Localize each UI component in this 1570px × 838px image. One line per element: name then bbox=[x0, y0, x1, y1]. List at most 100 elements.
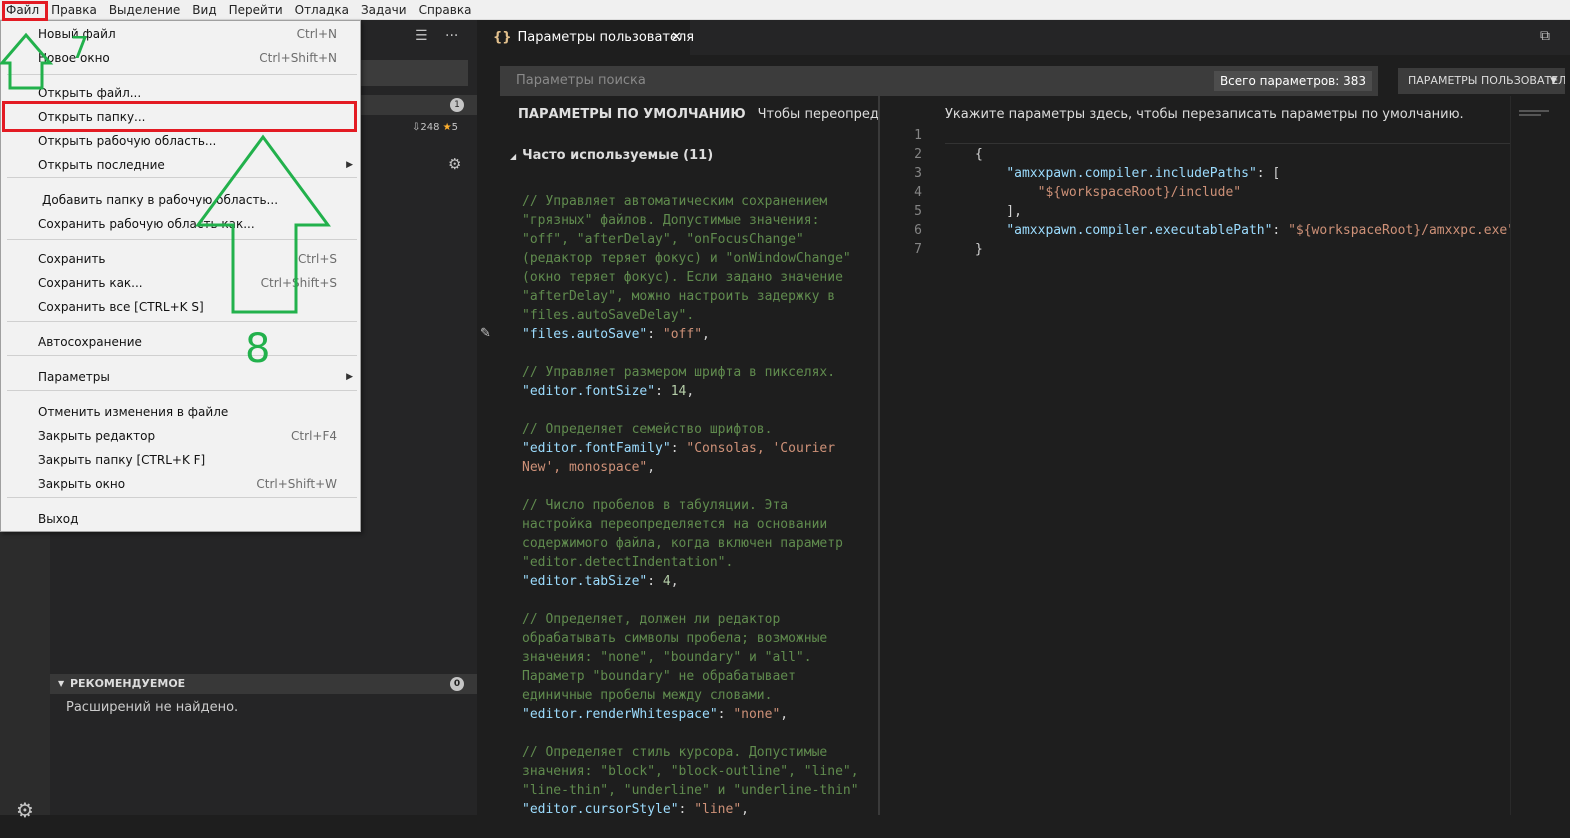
line-text: "${workspaceRoot}/include" bbox=[975, 183, 1242, 202]
user-settings-code[interactable]: 1 2{3 "amxxpawn.compiler.includePaths": [… bbox=[880, 126, 1515, 259]
line-number: 6 bbox=[914, 223, 922, 238]
group-commonly-used[interactable]: ◢ Часто используемые (11) bbox=[510, 148, 713, 163]
code-comment-line: "грязных" файлов. Допустимые значения: bbox=[522, 211, 867, 230]
file-menu-item-15[interactable]: Закрыть папку [CTRL+K F] bbox=[2, 448, 359, 472]
editor-line: 6 "amxxpawn.compiler.executablePath": "$… bbox=[880, 221, 1515, 240]
setting-key: "editor.tabSize" bbox=[522, 574, 648, 589]
step-8-label: 8 bbox=[245, 326, 271, 372]
setting-line: "files.autoSave": "off", bbox=[522, 327, 710, 342]
menu-separator bbox=[7, 355, 357, 356]
setting-line: "editor.tabSize": 4, bbox=[522, 574, 679, 589]
setting-value: "Consolas, 'Courier bbox=[686, 441, 836, 456]
recommended-section-header[interactable]: ▼ РЕКОМЕНДУЕМОЕ 0 bbox=[50, 674, 477, 694]
edit-pencil-icon[interactable]: ✎ bbox=[480, 326, 491, 341]
code-comment: // Число пробелов в табуляции. Эта bbox=[522, 498, 789, 513]
punctuation: : [ bbox=[1256, 166, 1281, 181]
editor-tabs: {} Параметры пользователя ✕ bbox=[477, 20, 1570, 55]
chevron-down-icon: ▼ bbox=[58, 679, 65, 688]
open-settings-json-icon[interactable]: ⧉ bbox=[1540, 28, 1550, 44]
clear-extensions-icon[interactable]: ☰ bbox=[415, 28, 428, 44]
tab-user-settings[interactable]: {} Параметры пользователя ✕ bbox=[477, 20, 694, 55]
minimap[interactable] bbox=[1510, 96, 1565, 815]
settings-search-placeholder: Параметры поиска bbox=[516, 73, 646, 88]
menu-item-shortcut: Ctrl+Shift+W bbox=[256, 477, 337, 491]
setting-value: "off" bbox=[662, 327, 703, 342]
setting-value: New', monospace" bbox=[522, 460, 648, 475]
setting-key: "editor.renderWhitespace" bbox=[522, 707, 718, 722]
code-comment-line: "editor.detectIndentation". bbox=[522, 553, 867, 572]
settings-search-input[interactable]: Параметры поиска Всего параметров: 383 bbox=[500, 66, 1378, 96]
code-comment: "грязных" файлов. Допустимые значения: bbox=[522, 213, 820, 228]
step-7-label: 7 bbox=[70, 31, 90, 66]
line-text: } bbox=[975, 242, 983, 257]
code-comment: Параметр "boundary" не обрабатывает bbox=[522, 669, 796, 684]
more-actions-icon[interactable]: ··· bbox=[445, 28, 458, 44]
file-menu-item-16[interactable]: Закрыть окно Ctrl+Shift+W bbox=[2, 472, 359, 496]
editor-line: 2{ bbox=[880, 145, 1510, 164]
extension-meta: ⇩248 ★5 bbox=[412, 122, 458, 133]
default-settings-title: ПАРАМЕТРЫ ПО УМОЛЧАНИЮЧтобы переопредели… bbox=[518, 107, 878, 122]
chevron-down-icon: ◢ bbox=[510, 152, 517, 161]
menubar-item-1[interactable]: Правка bbox=[45, 0, 103, 20]
code-comment-line: // Определяет, должен ли редактор bbox=[522, 610, 867, 629]
code-comment: значения: "block", "block-outline", "lin… bbox=[522, 764, 859, 779]
setting-value: "${workspaceRoot}/amxxpc.exe" bbox=[1288, 223, 1516, 238]
menu-item-label: Отменить изменения в файле bbox=[38, 405, 229, 419]
menu-item-label: Выход bbox=[38, 512, 79, 526]
code-comment-line: "line-thin", "underline" и "underline-th… bbox=[522, 781, 867, 800]
file-menu-item-17[interactable]: Выход bbox=[2, 507, 359, 531]
manage-gear-icon[interactable]: ⚙ bbox=[15, 800, 35, 820]
setting-key: "editor.fontFamily" bbox=[522, 441, 671, 456]
rating-value: 5 bbox=[451, 122, 459, 133]
menubar-item-6[interactable]: Задачи bbox=[355, 0, 413, 20]
menubar-item-7[interactable]: Справка bbox=[413, 0, 478, 20]
menu-separator bbox=[7, 321, 357, 322]
code-comment-line: // Определяет стиль курсора. Допустимые bbox=[522, 743, 867, 762]
code-comment-line: значения: "block", "block-outline", "lin… bbox=[522, 762, 867, 781]
menu-item-label: Закрыть папку [CTRL+K F] bbox=[38, 453, 206, 467]
menu-item-label: Параметры bbox=[38, 370, 110, 384]
settings-scope-dropdown[interactable]: ПАРАМЕТРЫ ПОЛЬЗОВАТЕЛЯ ▼ bbox=[1398, 68, 1565, 94]
code-comment-line: // Управляет автоматическим сохранением bbox=[522, 192, 867, 211]
file-menu-item-12[interactable]: Параметры ▶ bbox=[2, 365, 359, 389]
code-comment: // Определяет стиль курсора. Допустимые bbox=[522, 745, 828, 760]
menubar-item-3[interactable]: Вид bbox=[186, 0, 222, 20]
line-text: "amxxpawn.compiler.includePaths": [ bbox=[975, 164, 1280, 183]
editor-line: 5 ], bbox=[880, 202, 1510, 221]
code-comment-line: "files.autoSaveDelay". bbox=[522, 306, 867, 325]
menubar-item-5[interactable]: Отладка bbox=[289, 0, 355, 20]
menubar-item-2[interactable]: Выделение bbox=[103, 0, 186, 20]
highlight-file-menu bbox=[2, 1, 48, 21]
extensions-search-input[interactable] bbox=[360, 60, 468, 86]
extension-gear-icon[interactable]: ⚙ bbox=[448, 155, 461, 173]
file-menu-item-14[interactable]: Закрыть редактор Ctrl+F4 bbox=[2, 424, 359, 448]
close-tab-icon[interactable]: ✕ bbox=[671, 20, 682, 55]
json-file-icon: {} bbox=[493, 30, 512, 45]
code-comment-line: "afterDelay", можно настроить задержку в bbox=[522, 287, 867, 306]
line-number: 1 bbox=[914, 128, 922, 143]
code-comment: "off", "afterDelay", "onFocusChange" bbox=[522, 232, 804, 247]
file-menu-item-11[interactable]: Автосохранение bbox=[2, 330, 359, 354]
file-menu-item-13[interactable]: Отменить изменения в файле bbox=[2, 400, 359, 424]
scope-label: ПАРАМЕТРЫ ПОЛЬЗОВАТЕЛЯ bbox=[1408, 74, 1565, 87]
recommended-count-badge: 0 bbox=[450, 677, 464, 691]
punctuation: : bbox=[1272, 223, 1289, 238]
code-comment-line: // Число пробелов в табуляции. Эта bbox=[522, 496, 867, 515]
code-comment: "afterDelay", можно настроить задержку в bbox=[522, 289, 836, 304]
editor-line: 7} bbox=[880, 240, 1510, 259]
menu-item-shortcut: Ctrl+F4 bbox=[291, 429, 337, 443]
arrow-up-icon-8 bbox=[195, 134, 331, 314]
installed-section-header[interactable]: 1 bbox=[360, 95, 477, 115]
code-comment-line: (редактор теряет фокус) и "onWindowChang… bbox=[522, 249, 867, 268]
code-comment: // Управляет размером шрифта в пикселях. bbox=[522, 365, 836, 380]
menubar-item-4[interactable]: Перейти bbox=[223, 0, 289, 20]
installed-count-badge: 1 bbox=[450, 98, 464, 112]
recommended-empty-text: Расширений не найдено. bbox=[66, 700, 239, 715]
arrow-up-icon-7 bbox=[0, 32, 54, 90]
code-comment-line: единичные пробелы между словами. bbox=[522, 686, 867, 705]
menu-separator bbox=[7, 390, 357, 391]
